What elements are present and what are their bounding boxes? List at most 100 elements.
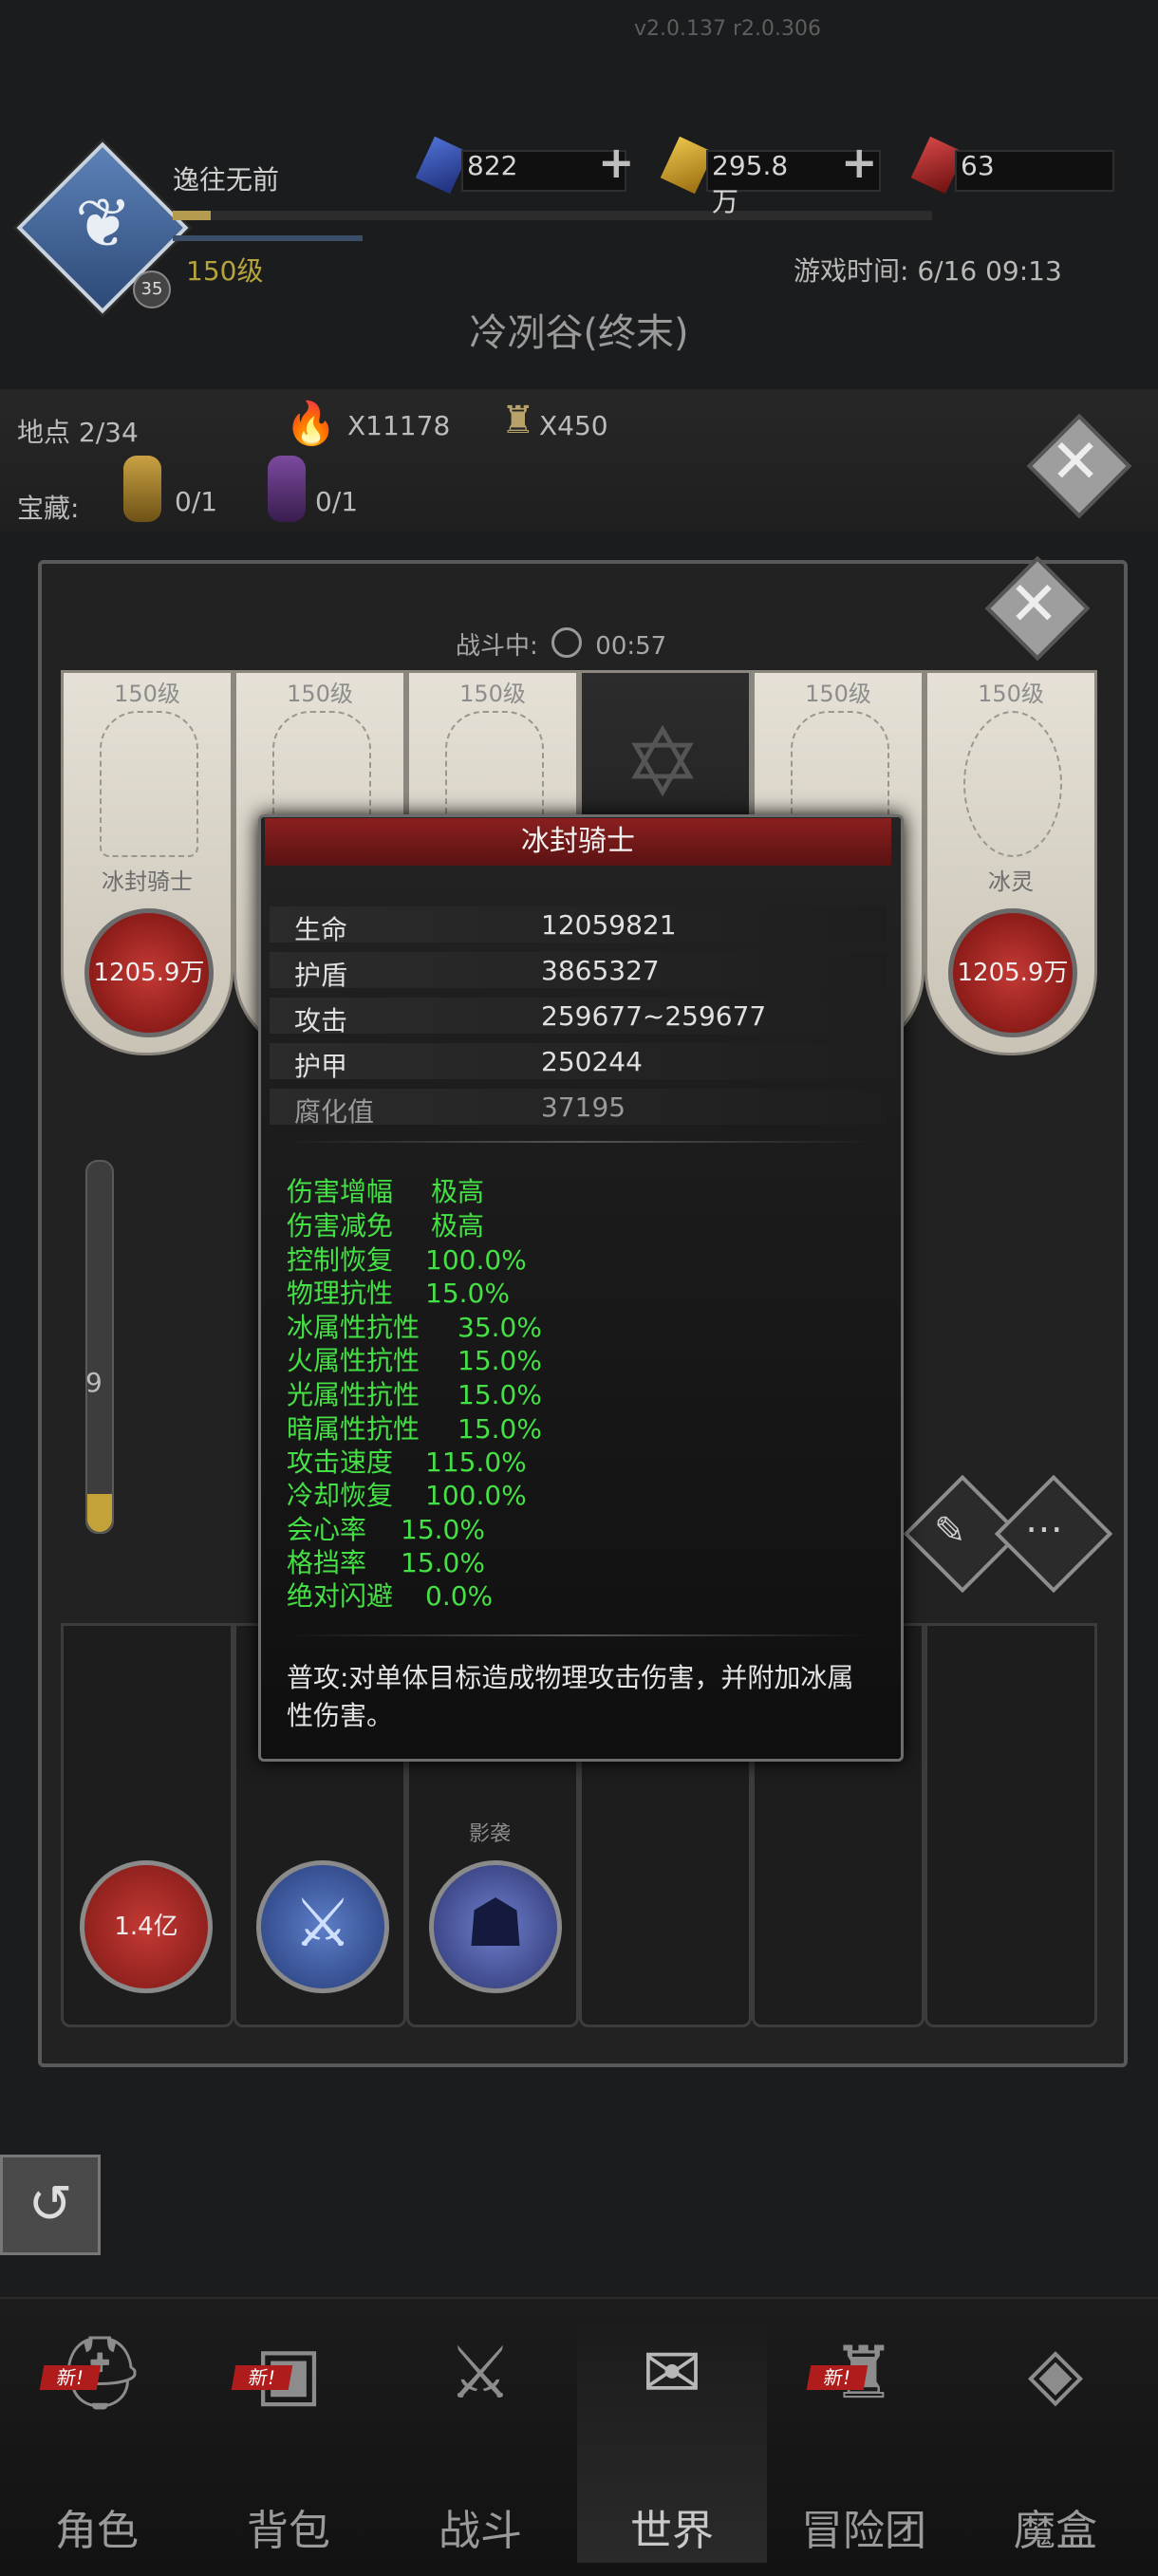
- red-gem-count: 63: [961, 150, 995, 181]
- attribute-value: 极高: [431, 1176, 485, 1207]
- stat-row: 护盾 3865327: [270, 952, 887, 991]
- attribute-row: 光属性抗性 15.0%: [287, 1374, 542, 1412]
- nav-battle[interactable]: ⚔ 战斗: [385, 2316, 575, 2563]
- stat-row: 护甲 250244: [270, 1043, 887, 1082]
- attribute-label: 伤害增幅: [287, 1176, 394, 1207]
- log-icon: ✎: [934, 1509, 966, 1553]
- chat-bubble-icon: ⋯: [1025, 1507, 1063, 1551]
- attribute-label: 会心率: [287, 1514, 367, 1545]
- torch-count: X11178: [347, 410, 451, 441]
- attribute-label: 伤害减免: [287, 1210, 394, 1241]
- attribute-row: 冰属性抗性 35.0%: [287, 1307, 542, 1345]
- attribute-row: 会心率 15.0%: [287, 1509, 485, 1547]
- enemy-hp: 1205.9万: [93, 959, 205, 987]
- stat-row: 腐化值 37195: [270, 1089, 887, 1128]
- attribute-value: 15.0%: [425, 1278, 510, 1309]
- player-level: 150级: [186, 255, 264, 287]
- nav-label: 冒险团: [801, 2507, 926, 2555]
- attribute-value: 15.0%: [458, 1413, 542, 1445]
- area-title: 冷冽谷(终末): [469, 311, 689, 355]
- battle-status: 战斗中: 00:57: [456, 626, 666, 662]
- enemy-hp-orb: 1205.9万: [948, 908, 1077, 1037]
- hooded-figure-icon: ☗: [465, 1884, 526, 1962]
- battle-label: 战斗中:: [456, 632, 538, 661]
- nav-label: 背包: [247, 2507, 330, 2555]
- attribute-row: 伤害减免 极高: [287, 1205, 484, 1243]
- attribute-label: 控制恢复: [287, 1244, 394, 1276]
- nav-label: 魔盒: [1014, 2507, 1097, 2555]
- map-scroll-icon: ✉: [642, 2330, 702, 2415]
- nav-backpack[interactable]: ▣ 新! 背包: [194, 2316, 383, 2563]
- skill-description: 普攻:对单体目标造成物理攻击伤害，并附加冰属性伤害。: [287, 1662, 854, 1731]
- new-badge: 新!: [231, 2365, 293, 2390]
- enemy-hp-orb: 1205.9万: [84, 908, 214, 1037]
- sword-icon: ⚔: [292, 1884, 353, 1962]
- add-blue-gem-button[interactable]: +: [598, 137, 635, 188]
- stat-value: 37195: [541, 1092, 626, 1123]
- attribute-value: 100.0%: [425, 1244, 527, 1276]
- nav-label: 世界: [630, 2507, 714, 2555]
- add-gold-gem-button[interactable]: +: [841, 137, 878, 188]
- energy-value: 9: [85, 1367, 103, 1398]
- location-progress: 地点 2/34: [17, 417, 139, 448]
- enemy-card[interactable]: 150级 冰灵 1205.9万: [925, 670, 1097, 1055]
- enemy-level: 150级: [287, 681, 353, 707]
- stat-label: 生命: [294, 914, 348, 945]
- nav-label: 战斗: [439, 2507, 522, 2555]
- attribute-row: 物理抗性 15.0%: [287, 1273, 510, 1311]
- nav-adventure-team[interactable]: ♜ 新! 冒险团: [769, 2316, 959, 2563]
- stat-label: 护甲: [294, 1051, 348, 1082]
- enemy-name: 冰封骑士: [102, 868, 193, 895]
- attribute-row: 火属性抗性 15.0%: [287, 1340, 542, 1378]
- player-hp: 1.4亿: [114, 1913, 178, 1941]
- energy-gauge: [85, 1160, 114, 1534]
- gold-treasure-icon: [123, 456, 161, 522]
- nav-world[interactable]: ✉ 世界: [577, 2316, 767, 2563]
- purple-treasure-icon: [268, 456, 306, 522]
- enemy-name: 冰灵: [988, 868, 1034, 895]
- nav-magic-box[interactable]: ◈ 魔盒: [961, 2316, 1150, 2563]
- shadow-strike-skill-button[interactable]: ☗: [429, 1860, 562, 1993]
- enemy-portrait: [100, 711, 198, 857]
- hexagram-icon: ✡: [623, 707, 702, 818]
- enemy-portrait: [963, 711, 1062, 857]
- nav-role[interactable]: ⛑ 新! 角色: [2, 2316, 192, 2563]
- attribute-value: 35.0%: [458, 1312, 542, 1343]
- stat-label: 腐化值: [294, 1096, 375, 1128]
- lantern-icon: ♜: [501, 399, 535, 442]
- attribute-row: 伤害增幅 极高: [287, 1171, 484, 1209]
- attribute-label: 物理抗性: [287, 1278, 394, 1309]
- enemy-level: 150级: [114, 681, 180, 707]
- magic-cube-icon: ◈: [1027, 2330, 1084, 2415]
- attribute-value: 极高: [431, 1210, 485, 1241]
- attribute-label: 格挡率: [287, 1547, 367, 1578]
- sword-skill-button[interactable]: ⚔: [256, 1860, 389, 1993]
- attribute-row: 冷却恢复 100.0%: [287, 1475, 527, 1513]
- torch-icon: 🔥: [285, 400, 337, 448]
- exp-bar: [173, 211, 932, 220]
- stat-value: 3865327: [541, 955, 660, 986]
- enemy-level: 150级: [978, 681, 1044, 707]
- attribute-row: 暗属性抗性 15.0%: [287, 1409, 542, 1447]
- avatar-emblem-icon: ❦: [74, 183, 133, 263]
- attribute-row: 控制恢复 100.0%: [287, 1240, 527, 1278]
- skill-label: 影袭: [469, 1822, 512, 1846]
- close-map-button[interactable]: ✕: [1037, 424, 1113, 500]
- popup-title: 冰封骑士: [265, 818, 891, 866]
- attribute-label: 攻击速度: [287, 1447, 394, 1478]
- stat-value: 259677~259677: [541, 1000, 767, 1032]
- attribute-value: 115.0%: [425, 1447, 527, 1478]
- version-text: v2.0.137 r2.0.306: [634, 17, 822, 41]
- gold-gem-count: 295.8万: [712, 150, 789, 217]
- close-battle-button[interactable]: ✕: [996, 567, 1072, 643]
- new-badge: 新!: [39, 2365, 102, 2390]
- attribute-row: 格挡率 15.0%: [287, 1542, 485, 1580]
- attribute-value: 15.0%: [401, 1514, 485, 1545]
- enemy-card[interactable]: 150级 冰封骑士 1205.9万: [61, 670, 233, 1055]
- stat-row: 生命 12059821: [270, 906, 887, 945]
- back-button[interactable]: ↺: [0, 2155, 101, 2255]
- player-name: 逸往无前: [173, 164, 280, 196]
- hero-slot[interactable]: [925, 1623, 1097, 2027]
- purple-treasure-count: 0/1: [315, 486, 359, 517]
- sub-progress-bar: [173, 235, 363, 241]
